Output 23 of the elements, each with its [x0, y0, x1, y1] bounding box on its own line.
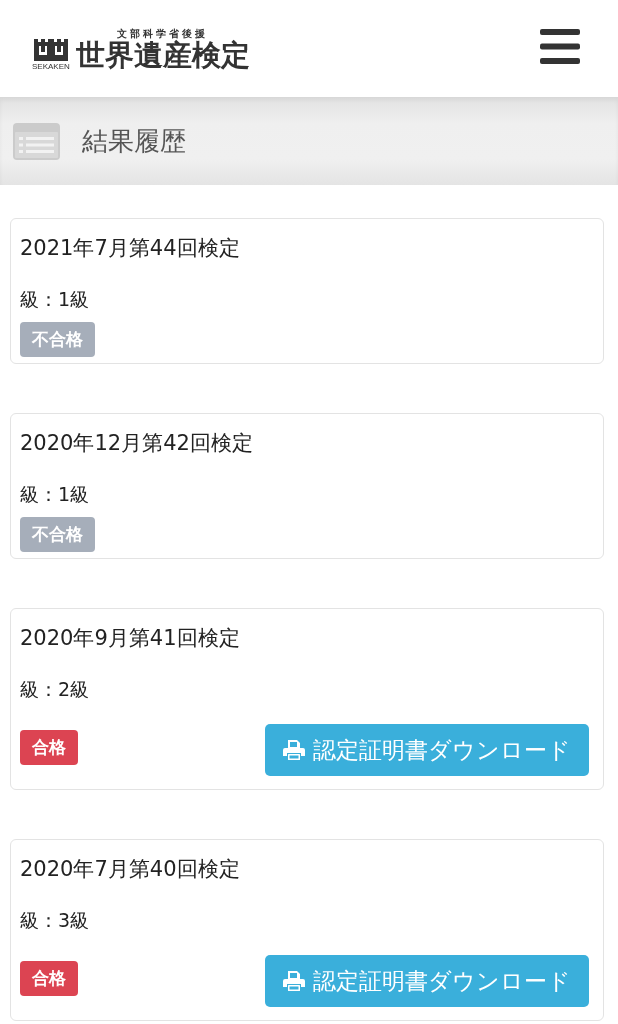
result-badge: 不合格 [20, 517, 95, 552]
grade-text: 級：1級 [20, 287, 90, 312]
exam-title: 2020年12月第42回検定 [20, 430, 253, 457]
list-icon [13, 122, 60, 160]
printer-icon [283, 740, 305, 760]
printer-icon [283, 971, 305, 991]
logo-supporter-text: 文部科学省後援 [117, 28, 209, 39]
exam-title: 2020年9月第41回検定 [20, 625, 240, 652]
logo-caption: SEKAKEN [32, 62, 70, 71]
download-certificate-button[interactable]: 認定証明書ダウンロード [265, 724, 589, 776]
exam-title: 2020年7月第40回検定 [20, 856, 240, 883]
result-badge: 合格 [20, 961, 78, 996]
logo-title: 世界遺産検定 [75, 39, 250, 71]
grade-text: 級：3級 [20, 908, 90, 933]
menu-icon[interactable] [540, 29, 580, 64]
page-title: 結果履歴 [82, 125, 186, 158]
grade-text: 級：2級 [20, 677, 90, 702]
castle-logo-icon [33, 39, 68, 61]
grade-text: 級：1級 [20, 482, 90, 507]
exam-title: 2021年7月第44回検定 [20, 235, 240, 262]
download-certificate-button[interactable]: 認定証明書ダウンロード [265, 955, 589, 1007]
result-badge: 不合格 [20, 322, 95, 357]
result-badge: 合格 [20, 730, 78, 765]
